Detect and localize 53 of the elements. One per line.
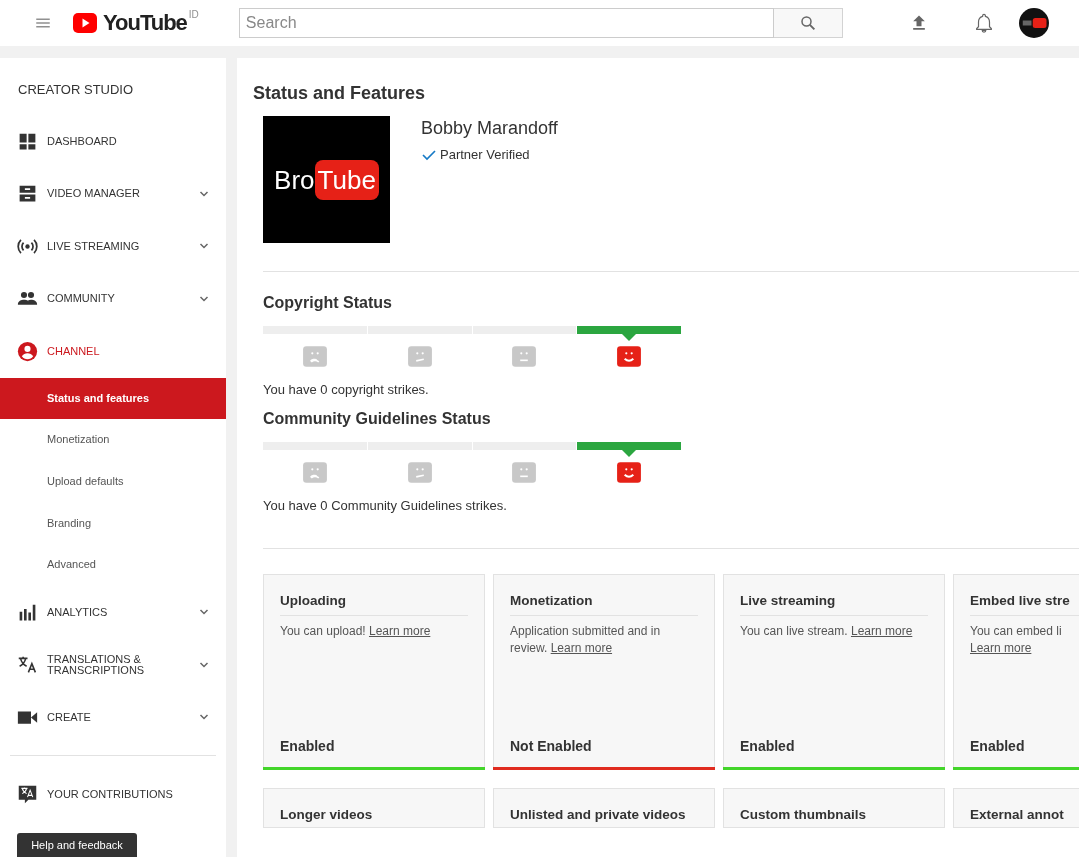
- speech-bubble-translate-icon: [17, 784, 38, 806]
- card-title: Uploading: [280, 591, 468, 617]
- page-title: Status and Features: [253, 82, 427, 105]
- card-text: Application submitted and in review. Learn more: [510, 623, 662, 658]
- sidebar-item[interactable]: ANALYTICS: [0, 585, 226, 639]
- strike-message: You have 0 copyright strikes.: [263, 381, 430, 399]
- card-title: Live streaming: [740, 591, 928, 617]
- sidebar-item[interactable]: YOUR CONTRIBUTIONS: [0, 768, 226, 821]
- card-title: Embed live stre: [970, 591, 1079, 617]
- search-icon: [798, 14, 817, 32]
- card-title: External annot: [970, 806, 1065, 824]
- sidebar-item[interactable]: CREATE: [0, 690, 226, 744]
- card-title: Custom thumbnails: [740, 806, 867, 824]
- status-label: Enabled: [280, 737, 336, 756]
- region-label: ID: [188, 8, 199, 22]
- card-text: You can upload! Learn more: [280, 623, 432, 641]
- logo-text[interactable]: YouTube: [103, 9, 187, 37]
- avatar-button[interactable]: [1018, 8, 1049, 38]
- sidebar-subitem[interactable]: Advanced: [0, 544, 226, 586]
- card-text: You can live stream. Learn more: [740, 623, 914, 641]
- avatar-icon: [1018, 8, 1049, 38]
- status-label: Not Enabled: [510, 737, 593, 756]
- status-label: Enabled: [970, 737, 1026, 756]
- learn-more-link[interactable]: Learn more: [850, 624, 913, 639]
- section-title: Copyright Status: [263, 293, 393, 313]
- learn-more-link[interactable]: Learn more: [550, 641, 613, 656]
- sidebar-subitem[interactable]: Monetization: [0, 419, 226, 461]
- sidebar-item[interactable]: TRANSLATIONS & TRANSCRIPTIONS: [0, 638, 226, 691]
- card-title: Unlisted and private videos: [510, 806, 687, 824]
- section-title: Community Guidelines Status: [263, 408, 492, 429]
- verified-label: Partner Verified: [440, 146, 530, 164]
- sidebar-title: CREATOR STUDIO: [17, 81, 135, 99]
- help-button[interactable]: Help and feedback: [17, 833, 137, 857]
- learn-more-link[interactable]: Learn more: [368, 624, 431, 639]
- channel-logo: BroTube: [263, 116, 390, 243]
- card-text: You can embed li Learn more: [970, 623, 1063, 658]
- sidebar-subitem[interactable]: Status and features: [0, 377, 226, 420]
- sidebar-item[interactable]: CHANNEL: [0, 325, 226, 378]
- channel-name: Bobby Marandoff: [421, 117, 558, 139]
- status-label: Enabled: [740, 737, 796, 756]
- account-icon: [17, 341, 38, 363]
- sidebar-item[interactable]: DASHBOARD: [0, 115, 226, 168]
- search-field[interactable]: Search: [238, 8, 774, 38]
- sidebar-item[interactable]: VIDEO MANAGER: [0, 167, 226, 221]
- sidebar-item[interactable]: LIVE STREAMING: [0, 220, 226, 273]
- card-title: Monetization: [510, 591, 698, 617]
- search-button[interactable]: [773, 8, 843, 38]
- card-title: Longer videos: [280, 806, 374, 824]
- learn-more-link[interactable]: Learn more: [970, 641, 1032, 656]
- sidebar-subitem[interactable]: Upload defaults: [0, 461, 226, 503]
- sidebar-item[interactable]: COMMUNITY: [0, 272, 226, 326]
- strike-message: You have 0 Community Guidelines strikes.: [263, 496, 508, 515]
- sidebar-subitem[interactable]: Branding: [0, 502, 226, 545]
